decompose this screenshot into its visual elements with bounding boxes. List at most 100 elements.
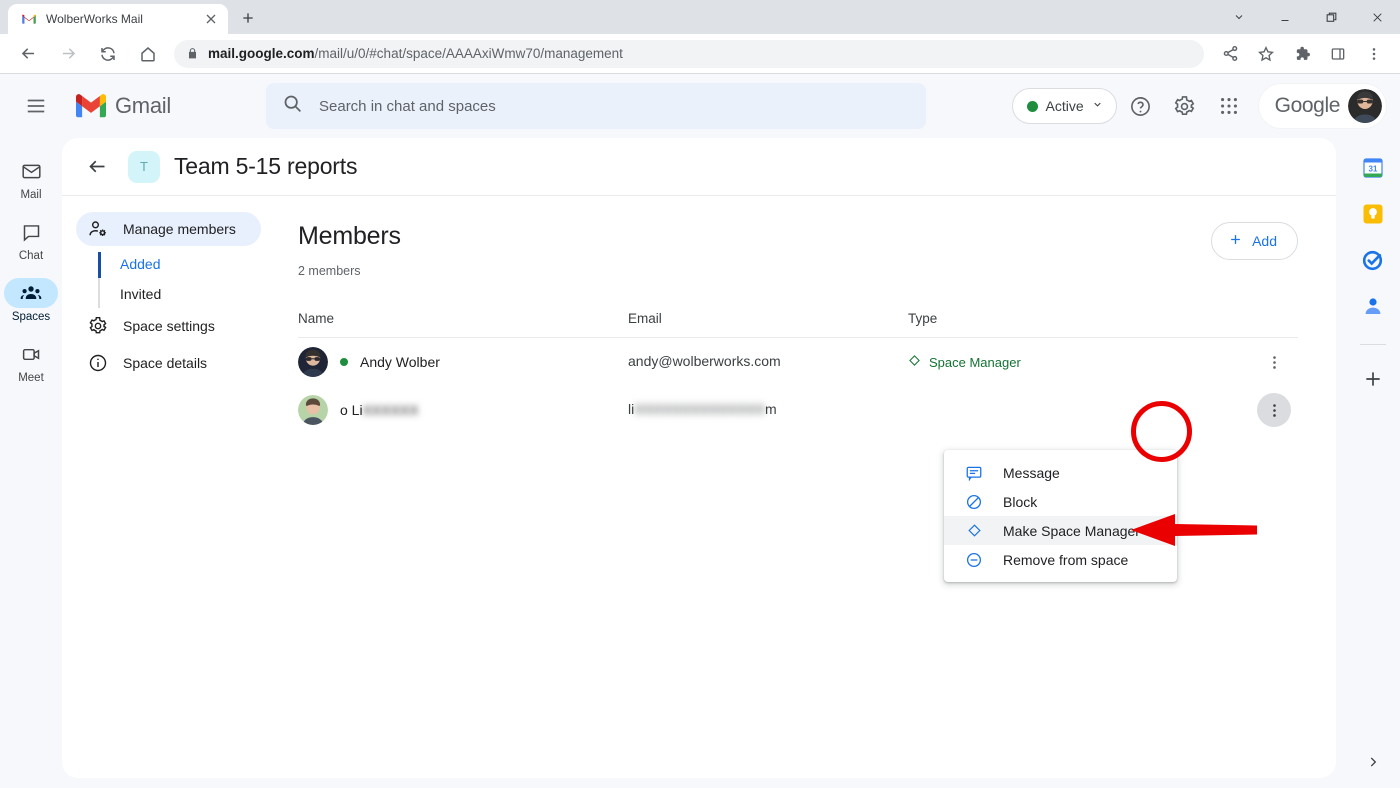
window-controls (1216, 0, 1400, 34)
gmail-app: Gmail Active (0, 74, 1400, 788)
manage-members-icon (88, 219, 108, 239)
sidebar-item-space-details[interactable]: Space details (76, 346, 261, 380)
presence-dot-icon (340, 358, 348, 366)
gmail-logo-text: Gmail (115, 93, 171, 119)
browser-tab[interactable]: WolberWorks Mail (8, 4, 228, 34)
column-header-name: Name (298, 311, 628, 326)
svg-text:31: 31 (1369, 165, 1378, 174)
chevron-down-icon (1092, 97, 1103, 115)
members-title: Members (298, 222, 401, 251)
sidebar-item-space-details-label: Space details (123, 355, 207, 371)
menu-item-block[interactable]: Block (944, 487, 1177, 516)
message-icon (964, 464, 984, 482)
home-icon[interactable] (132, 38, 164, 70)
plus-icon (1228, 232, 1243, 250)
back-arrow-icon[interactable] (80, 150, 114, 184)
sidebar-item-manage-members[interactable]: Manage members (76, 212, 261, 246)
google-brand-text: Google (1275, 94, 1340, 118)
sidebar-item-spaces-label: Spaces (12, 311, 50, 323)
close-icon[interactable] (1354, 0, 1400, 34)
extensions-puzzle-icon[interactable] (1287, 39, 1317, 69)
account-chip[interactable]: Google (1259, 84, 1386, 128)
sidebar-item-space-settings[interactable]: Space settings (76, 309, 261, 343)
close-icon[interactable] (203, 11, 219, 27)
kebab-menu-icon[interactable] (1257, 345, 1291, 379)
sidebar-item-meet-label: Meet (18, 372, 44, 384)
menu-item-make-space-manager[interactable]: Make Space Manager (944, 516, 1177, 545)
space-avatar: T (128, 151, 160, 183)
address-bar[interactable]: mail.google.com/mail/u/0/#chat/space/AAA… (174, 40, 1204, 68)
menu-item-remove-from-space[interactable]: Remove from space (944, 545, 1177, 574)
member-type-cell: Space Manager (908, 354, 1250, 370)
apps-grid-icon[interactable] (1209, 86, 1249, 126)
chevron-down-icon[interactable] (1216, 0, 1262, 34)
status-button[interactable]: Active (1012, 88, 1117, 124)
block-icon (964, 493, 984, 511)
google-contacts-icon[interactable] (1361, 294, 1385, 318)
side-panel-icon[interactable] (1323, 39, 1353, 69)
left-nav-rail: Mail Chat S (0, 138, 62, 788)
add-member-button[interactable]: Add (1211, 222, 1298, 260)
minimize-icon[interactable] (1262, 0, 1308, 34)
member-name-cell: o LiXXXXXX (298, 395, 628, 425)
browser-toolbar: mail.google.com/mail/u/0/#chat/space/AAA… (0, 34, 1400, 74)
sidebar-item-meet[interactable]: Meet (2, 333, 60, 392)
space-header: T Team 5-15 reports (62, 138, 1336, 196)
member-email-cell: liXXXXXXXXXXXXXXm (628, 401, 908, 419)
right-side-rail: 31 (1346, 138, 1400, 788)
member-actions-cell (1250, 345, 1298, 379)
address-bar-path: /mail/u/0/#chat/space/AAAAxiWmw70/manage… (315, 46, 623, 61)
bookmark-star-icon[interactable] (1251, 39, 1281, 69)
sidebar-item-mail[interactable]: Mail (2, 150, 60, 209)
browser-menu-icon[interactable] (1359, 39, 1389, 69)
menu-item-block-label: Block (1003, 494, 1037, 510)
members-header: Members 2 members Add (298, 222, 1298, 278)
kebab-menu-icon[interactable] (1257, 393, 1291, 427)
google-keep-icon[interactable] (1361, 202, 1385, 226)
gmail-logo[interactable]: Gmail (76, 93, 256, 119)
column-header-type: Type (908, 311, 1250, 326)
table-row[interactable]: Andy Wolber andy@wolberworks.com (298, 338, 1298, 386)
help-icon[interactable] (1121, 86, 1161, 126)
gmail-m-icon (21, 11, 37, 27)
google-calendar-icon[interactable]: 31 (1361, 156, 1385, 180)
plus-icon[interactable] (1363, 369, 1383, 394)
settings-gear-icon[interactable] (1165, 86, 1205, 126)
redacted-name-text: XXXXXX (363, 402, 419, 418)
share-icon[interactable] (1215, 39, 1245, 69)
sidebar-item-mail-label: Mail (20, 189, 41, 201)
table-row[interactable]: o LiXXXXXX liXXXXXXXXXXXXXXm (298, 386, 1298, 434)
meet-video-icon (4, 339, 58, 369)
hamburger-menu-icon[interactable] (14, 84, 58, 128)
subnav-active-indicator (98, 252, 101, 278)
diamond-icon (964, 523, 984, 538)
search-icon (282, 93, 303, 119)
member-name-visible: o Li (340, 402, 363, 418)
member-email-cell: andy@wolberworks.com (628, 353, 908, 371)
sidebar-item-spaces[interactable]: Spaces (2, 272, 60, 331)
subnav-item-added[interactable]: Added (98, 249, 272, 279)
forward-arrow-icon (52, 38, 84, 70)
restore-icon[interactable] (1308, 0, 1354, 34)
chevron-right-icon[interactable] (1366, 755, 1380, 774)
add-member-label: Add (1252, 233, 1277, 249)
gear-icon (88, 316, 108, 336)
search-input[interactable] (319, 98, 910, 115)
google-tasks-icon[interactable] (1361, 248, 1385, 272)
back-arrow-icon[interactable] (12, 38, 44, 70)
sidebar-item-chat[interactable]: Chat (2, 211, 60, 270)
avatar[interactable] (1348, 89, 1382, 123)
rail-divider (1360, 344, 1386, 345)
diamond-icon (908, 354, 921, 370)
avatar (298, 395, 328, 425)
reload-icon[interactable] (92, 38, 124, 70)
redacted-email-text: XXXXXXXXXXXXXX (634, 401, 765, 417)
new-tab-button[interactable] (234, 4, 262, 32)
subnav-item-invited[interactable]: Invited (98, 279, 272, 309)
menu-item-message-label: Message (1003, 465, 1060, 481)
sidebar-item-manage-members-label: Manage members (123, 221, 236, 237)
members-count: 2 members (298, 264, 401, 278)
chat-bubble-icon (4, 217, 58, 247)
search-bar[interactable] (266, 83, 926, 129)
menu-item-message[interactable]: Message (944, 458, 1177, 487)
